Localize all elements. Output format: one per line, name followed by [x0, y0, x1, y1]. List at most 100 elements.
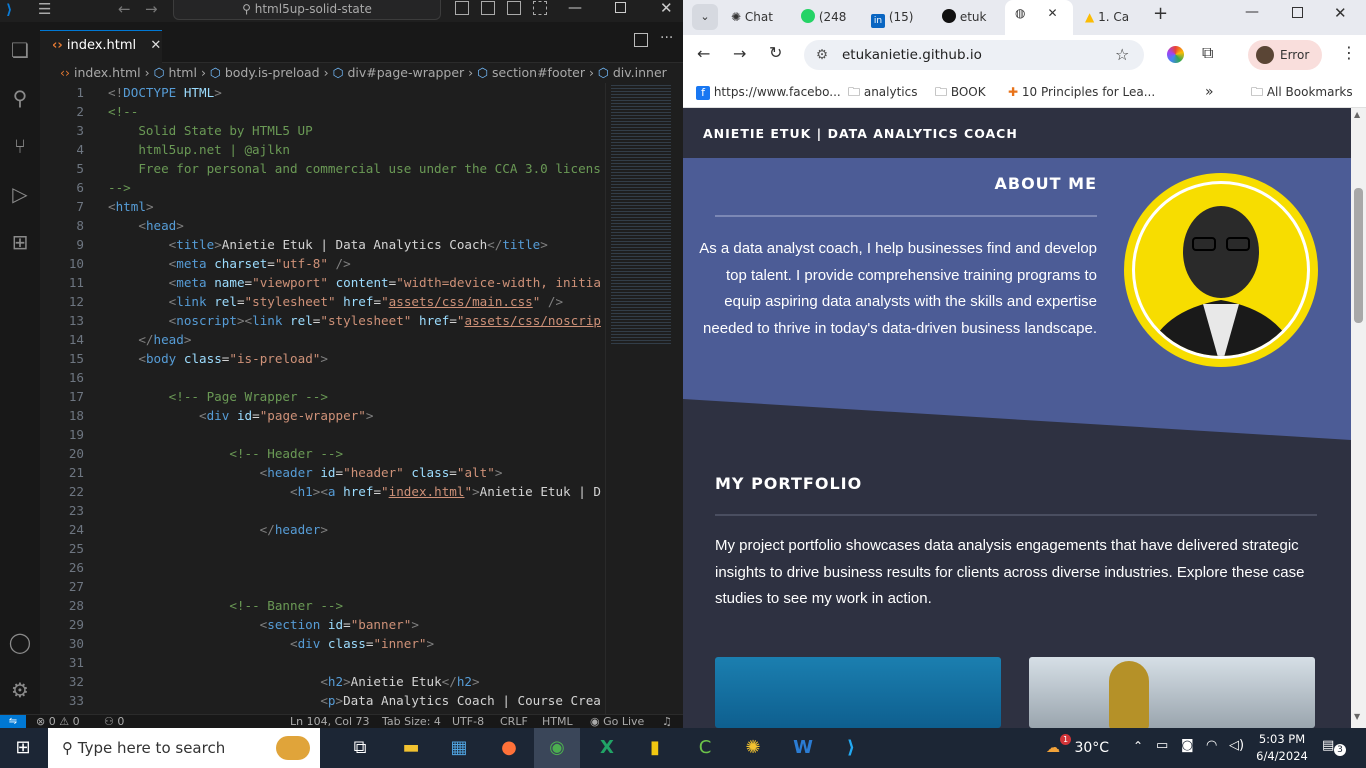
code-line[interactable]: </header>	[108, 522, 328, 537]
volume-icon[interactable]: ◁)	[1229, 738, 1244, 753]
code-line[interactable]: </head>	[108, 332, 191, 347]
microsoft-store-icon[interactable]: ▦	[436, 728, 482, 768]
firefox-icon[interactable]: ●	[486, 728, 532, 768]
go-live-button[interactable]: ◉ Go Live	[590, 715, 644, 728]
code-line[interactable]: <section id="banner">	[108, 617, 419, 632]
tab-size[interactable]: Tab Size: 4	[382, 715, 441, 728]
clock[interactable]: 5:03 PM 6/4/2024	[1252, 731, 1312, 765]
code-line[interactable]: <div id="page-wrapper">	[108, 408, 373, 423]
show-hidden-icons-icon[interactable]: ⌃	[1133, 739, 1143, 753]
all-bookmarks-folder[interactable]: 🗀 All Bookmarks	[1251, 83, 1353, 101]
forward-arrow-icon[interactable]: →	[145, 0, 158, 18]
remote-icon[interactable]: ⇋	[0, 715, 26, 728]
color-extension-icon[interactable]	[1167, 46, 1184, 63]
minimize-icon[interactable]: —	[1245, 4, 1259, 20]
search-icon[interactable]: ⚲	[6, 84, 34, 112]
code-line[interactable]: <!-- Banner -->	[108, 598, 343, 613]
toggle-panel-icon[interactable]	[481, 1, 495, 15]
code-editor[interactable]: 1 <!DOCTYPE HTML> 2 <!-- 3 Solid State by HT…	[40, 83, 605, 714]
chrome-tab[interactable]: ▲ 1. Ca	[1085, 4, 1137, 31]
breadcrumb-item[interactable]: body.is-preload	[225, 65, 320, 80]
chrome-tab-active[interactable]: ◍ ✕	[1005, 0, 1073, 35]
scroll-down-icon[interactable]: ▼	[1354, 712, 1360, 721]
minimize-icon[interactable]: —	[568, 0, 582, 16]
cursor-position[interactable]: Ln 104, Col 73	[290, 715, 370, 728]
excel-icon[interactable]: X	[584, 728, 630, 768]
code-line[interactable]: Free for personal and commercial use und…	[108, 161, 601, 176]
close-icon[interactable]: ✕	[1334, 4, 1347, 22]
code-line[interactable]: Solid State by HTML5 UP	[108, 123, 312, 138]
word-icon[interactable]: W	[780, 728, 826, 768]
run-debug-icon[interactable]: ▷	[6, 180, 34, 208]
bookmark-10-principles[interactable]: ✚ 10 Principles for Lea...	[1008, 83, 1155, 101]
breadcrumb-item[interactable]: index.html	[74, 65, 141, 80]
tab-close-icon[interactable]: ✕	[1047, 6, 1057, 20]
notifications-bell-icon[interactable]: ♫	[662, 715, 672, 728]
maximize-icon[interactable]	[615, 2, 626, 13]
site-title[interactable]: ANIETIE ETUK | DATA ANALYTICS COACH	[683, 108, 1351, 158]
code-line[interactable]: <!--	[108, 104, 138, 119]
chrome-tab[interactable]: (248	[801, 4, 857, 31]
breadcrumb-item[interactable]: div.inner	[613, 65, 667, 80]
close-icon[interactable]: ✕	[660, 0, 673, 17]
bookmark-folder-analytics[interactable]: 🗀 analytics	[848, 83, 917, 101]
more-actions-icon[interactable]: ···	[660, 30, 673, 46]
language-mode[interactable]: HTML	[542, 715, 573, 728]
maximize-icon[interactable]	[1292, 7, 1303, 18]
code-line[interactable]: <!-- Page Wrapper -->	[108, 389, 328, 404]
camtasia-icon[interactable]: C	[682, 728, 728, 768]
chrome-taskbar-icon[interactable]: ◉	[534, 728, 580, 768]
wifi-icon[interactable]: ◠	[1206, 738, 1217, 753]
app-icon[interactable]: ✺	[730, 728, 776, 768]
tab-index-html[interactable]: ‹› index.html ✕	[40, 30, 162, 63]
code-line[interactable]: <title>Anietie Etuk | Data Analytics Coa…	[108, 237, 548, 252]
breadcrumb-item[interactable]: html	[168, 65, 196, 80]
code-line[interactable]: <noscript><link rel="stylesheet" href="a…	[108, 313, 601, 328]
tab-search-chevron-icon[interactable]: ⌄	[692, 4, 718, 30]
code-line[interactable]: <!DOCTYPE HTML>	[108, 85, 222, 100]
code-line[interactable]: <p>Data Analytics Coach | Course Crea	[108, 693, 601, 708]
windows-start-icon[interactable]: ⊞	[0, 728, 46, 768]
weather-widget[interactable]: ☁ 1 30°C	[1046, 728, 1109, 768]
chrome-menu-icon[interactable]: ⋮	[1341, 43, 1357, 62]
split-editor-icon[interactable]	[634, 33, 648, 47]
problems-indicator[interactable]: ⊗ 0 ⚠ 0	[36, 715, 80, 728]
camera-icon[interactable]: ◙	[1181, 738, 1194, 753]
breadcrumb-item[interactable]: section#footer	[492, 65, 585, 80]
scroll-up-icon[interactable]: ▲	[1354, 110, 1360, 119]
accounts-icon[interactable]: ◯	[6, 628, 34, 656]
file-explorer-icon[interactable]: ▬	[388, 728, 434, 768]
task-view-icon[interactable]: ⧉	[337, 728, 383, 768]
code-line[interactable]: <header id="header" class="alt">	[108, 465, 503, 480]
code-line[interactable]: <!-- Header -->	[108, 446, 343, 461]
extensions-icon[interactable]: ⊞	[6, 228, 34, 256]
end-of-line[interactable]: CRLF	[500, 715, 528, 728]
code-line[interactable]: <h1><a href="index.html">Anietie Etuk | …	[108, 484, 601, 499]
code-line[interactable]: <head>	[108, 218, 184, 233]
breadcrumb-item[interactable]: div#page-wrapper	[347, 65, 464, 80]
explorer-icon[interactable]: ❏	[6, 36, 34, 64]
minimap[interactable]	[605, 83, 675, 714]
bookmark-folder-book[interactable]: 🗀 BOOK	[935, 83, 986, 101]
power-bi-icon[interactable]: ▮	[632, 728, 678, 768]
back-arrow-icon[interactable]: ←	[118, 0, 131, 18]
extensions-puzzle-icon[interactable]: ⧉	[1202, 43, 1213, 63]
portfolio-card-image[interactable]	[1029, 657, 1315, 728]
forward-arrow-icon[interactable]: →	[733, 44, 746, 63]
encoding[interactable]: UTF-8	[452, 715, 484, 728]
chrome-tab[interactable]: ✺ Chat	[731, 4, 787, 31]
command-center[interactable]: ⚲ html5up-solid-state	[173, 0, 441, 20]
customize-layout-icon[interactable]	[533, 1, 547, 15]
new-tab-icon[interactable]: +	[1153, 3, 1168, 24]
code-line[interactable]: <meta name="viewport" content="width=dev…	[108, 275, 601, 290]
code-line[interactable]: -->	[108, 180, 131, 195]
code-line[interactable]: <div class="inner">	[108, 636, 434, 651]
portfolio-card-image[interactable]	[715, 657, 1001, 728]
reload-icon[interactable]: ↻	[769, 43, 782, 62]
code-line[interactable]: <h2>Anietie Etuk</h2>	[108, 674, 479, 689]
code-line[interactable]: <body class="is-preload">	[108, 351, 328, 366]
bookmark-facebook[interactable]: f https://www.facebo...	[696, 83, 841, 101]
site-info-icon[interactable]: ⚙	[816, 40, 828, 70]
code-line[interactable]: <link rel="stylesheet" href="assets/css/…	[108, 294, 563, 309]
address-bar[interactable]: ⚙ etukanietie.github.io ☆	[804, 40, 1144, 70]
